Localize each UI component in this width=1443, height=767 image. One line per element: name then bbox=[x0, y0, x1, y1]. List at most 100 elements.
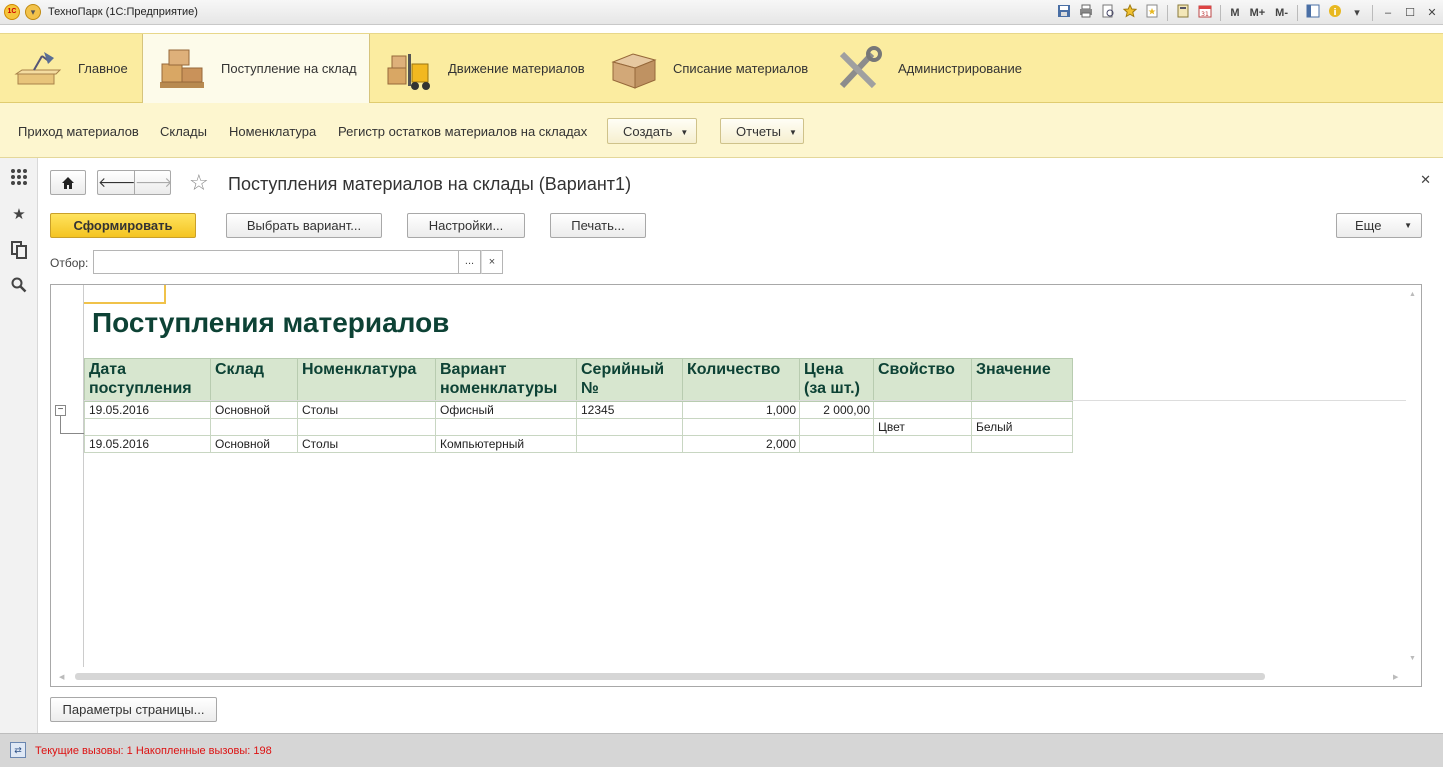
table-row[interactable]: 19.05.2016 Основной Столы Компьютерный 2… bbox=[84, 435, 1073, 453]
table-cell[interactable] bbox=[297, 418, 436, 436]
table-cell[interactable] bbox=[799, 435, 874, 453]
table-cell[interactable] bbox=[799, 418, 874, 436]
section-administration[interactable]: Администрирование bbox=[820, 34, 1060, 103]
generate-button[interactable]: Сформировать bbox=[50, 213, 196, 238]
horizontal-scrollbar[interactable] bbox=[75, 673, 1265, 680]
crate-icon bbox=[609, 46, 661, 92]
table-cell[interactable]: Основной bbox=[210, 435, 298, 453]
group-bracket bbox=[60, 416, 61, 433]
table-cell[interactable]: Основной bbox=[210, 401, 298, 419]
home-button[interactable] bbox=[50, 170, 86, 195]
toolbar-separator bbox=[1372, 4, 1373, 21]
table-cell[interactable]: 19.05.2016 bbox=[84, 401, 211, 419]
table-cell[interactable] bbox=[971, 435, 1073, 453]
server-calls-icon[interactable]: ⇄ bbox=[10, 742, 26, 758]
scroll-down-icon[interactable]: ▼ bbox=[1409, 655, 1416, 662]
report-header-row: Дата поступления Склад Номенклатура Вариа… bbox=[84, 358, 1073, 402]
section-materials-writeoff[interactable]: Списание материалов bbox=[595, 34, 820, 103]
table-cell[interactable] bbox=[435, 418, 577, 436]
memory-m-button[interactable]: M bbox=[1227, 4, 1242, 22]
calendar-icon[interactable]: 31 bbox=[1196, 4, 1214, 22]
close-icon[interactable]: ✕ bbox=[1423, 4, 1441, 22]
filter-select-button[interactable]: ... bbox=[459, 250, 481, 274]
memory-m-minus-button[interactable]: M- bbox=[1272, 4, 1291, 22]
command-nomenclature[interactable]: Номенклатура bbox=[229, 124, 316, 139]
panel-toggle-icon[interactable] bbox=[1304, 4, 1322, 22]
command-materials-receipt[interactable]: Приход материалов bbox=[18, 124, 139, 139]
table-cell[interactable] bbox=[873, 401, 972, 419]
filter-clear-button[interactable]: × bbox=[481, 250, 503, 274]
status-bar: ⇄ Текущие вызовы: 1 Накопленные вызовы: … bbox=[0, 733, 1443, 767]
calculator-icon[interactable] bbox=[1174, 4, 1192, 22]
table-cell[interactable]: Цвет bbox=[873, 418, 972, 436]
table-cell[interactable]: 12345 bbox=[576, 401, 683, 419]
home-icon bbox=[62, 177, 74, 189]
page-params-button[interactable]: Параметры страницы... bbox=[50, 697, 217, 722]
table-cell[interactable] bbox=[576, 418, 683, 436]
command-stock-register[interactable]: Регистр остатков материалов на складах bbox=[338, 124, 587, 139]
scroll-left-icon[interactable]: ◀ bbox=[59, 673, 64, 681]
command-warehouses[interactable]: Склады bbox=[160, 124, 207, 139]
history-icon[interactable] bbox=[1143, 4, 1161, 22]
column-header: Свойство bbox=[873, 358, 972, 402]
table-row[interactable]: 19.05.2016 Основной Столы Офисный 12345 … bbox=[84, 401, 1073, 419]
main-menu-button[interactable]: ▾ bbox=[25, 4, 41, 20]
section-main[interactable]: Главное bbox=[0, 34, 142, 103]
table-cell[interactable]: Компьютерный bbox=[435, 435, 577, 453]
preview-icon[interactable] bbox=[1099, 4, 1117, 22]
create-dropdown[interactable]: Создать ▼ bbox=[607, 118, 697, 144]
table-cell[interactable]: 1,000 bbox=[682, 401, 800, 419]
table-cell[interactable] bbox=[576, 435, 683, 453]
search-icon[interactable] bbox=[9, 277, 29, 297]
minimize-icon[interactable]: – bbox=[1379, 4, 1397, 22]
favorites-add-icon[interactable] bbox=[1121, 3, 1139, 22]
favorites-icon[interactable]: ★ bbox=[9, 205, 29, 225]
arrow-left-icon: 🡐 bbox=[98, 174, 136, 190]
section-label: Главное bbox=[78, 61, 128, 76]
forklift-icon bbox=[384, 46, 436, 92]
table-cell[interactable] bbox=[84, 418, 211, 436]
memory-m-plus-button[interactable]: M+ bbox=[1247, 4, 1269, 22]
info-icon[interactable]: i bbox=[1326, 4, 1344, 22]
collapse-group-icon[interactable]: − bbox=[55, 405, 66, 416]
settings-button[interactable]: Настройки... bbox=[407, 213, 525, 238]
table-cell[interactable] bbox=[682, 418, 800, 436]
table-cell[interactable]: 19.05.2016 bbox=[84, 435, 211, 453]
table-row[interactable]: Цвет Белый bbox=[84, 418, 1073, 436]
selected-cell[interactable] bbox=[84, 285, 166, 304]
table-cell[interactable] bbox=[971, 401, 1073, 419]
table-cell[interactable]: 2 000,00 bbox=[799, 401, 874, 419]
table-cell[interactable] bbox=[873, 435, 972, 453]
star-favorite-icon[interactable]: ☆ bbox=[189, 170, 209, 196]
tools-icon bbox=[834, 45, 886, 92]
section-materials-movement[interactable]: Движение материалов bbox=[370, 34, 595, 103]
choose-variant-button[interactable]: Выбрать вариант... bbox=[226, 213, 382, 238]
table-cell[interactable]: Столы bbox=[297, 435, 436, 453]
report-spreadsheet[interactable]: Поступления материалов Дата поступления С… bbox=[50, 284, 1422, 687]
table-cell[interactable]: 2,000 bbox=[682, 435, 800, 453]
scroll-right-icon[interactable]: ▶ bbox=[1393, 673, 1398, 681]
column-header: Номенклатура bbox=[297, 358, 436, 402]
history-list-icon[interactable] bbox=[9, 241, 29, 261]
toolbar-separator bbox=[1167, 4, 1169, 21]
table-cell[interactable]: Белый bbox=[971, 418, 1073, 436]
close-form-icon[interactable]: ✕ bbox=[1420, 172, 1431, 188]
filter-input[interactable] bbox=[93, 250, 459, 274]
print-icon[interactable] bbox=[1077, 4, 1095, 22]
maximize-icon[interactable]: ☐ bbox=[1401, 4, 1419, 22]
table-cell[interactable]: Столы bbox=[297, 401, 436, 419]
print-button[interactable]: Печать... bbox=[550, 213, 646, 238]
chevron-down-icon: ▼ bbox=[1404, 221, 1412, 230]
forward-button[interactable]: 🡒 bbox=[134, 170, 173, 195]
scroll-up-icon[interactable]: ▲ bbox=[1409, 291, 1416, 298]
section-receipt-to-warehouse[interactable]: Поступление на склад bbox=[142, 34, 370, 103]
all-functions-icon[interactable] bbox=[9, 168, 29, 188]
more-button[interactable]: Еще ▼ bbox=[1336, 213, 1422, 238]
reports-dropdown[interactable]: Отчеты ▼ bbox=[720, 118, 804, 144]
table-cell[interactable]: Офисный bbox=[435, 401, 577, 419]
column-header: Серийный № bbox=[576, 358, 683, 402]
back-button[interactable]: 🡐 bbox=[97, 170, 136, 195]
table-cell[interactable] bbox=[210, 418, 298, 436]
save-icon[interactable] bbox=[1055, 4, 1073, 22]
chevron-down-icon[interactable]: ▾ bbox=[1348, 4, 1366, 22]
